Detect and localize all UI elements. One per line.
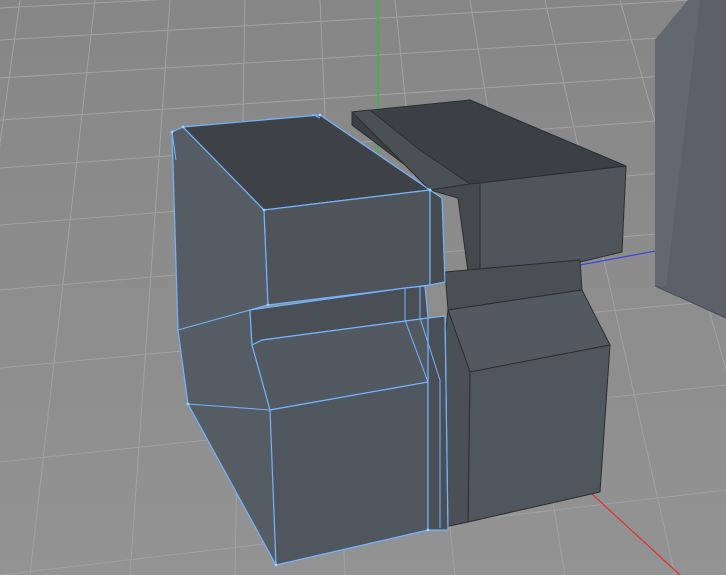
backdrop-plane[interactable]	[654, 0, 726, 319]
selected-block-mesh[interactable]	[171, 114, 449, 566]
viewport-canvas[interactable]	[0, 0, 726, 575]
3d-viewport[interactable]	[0, 0, 726, 575]
